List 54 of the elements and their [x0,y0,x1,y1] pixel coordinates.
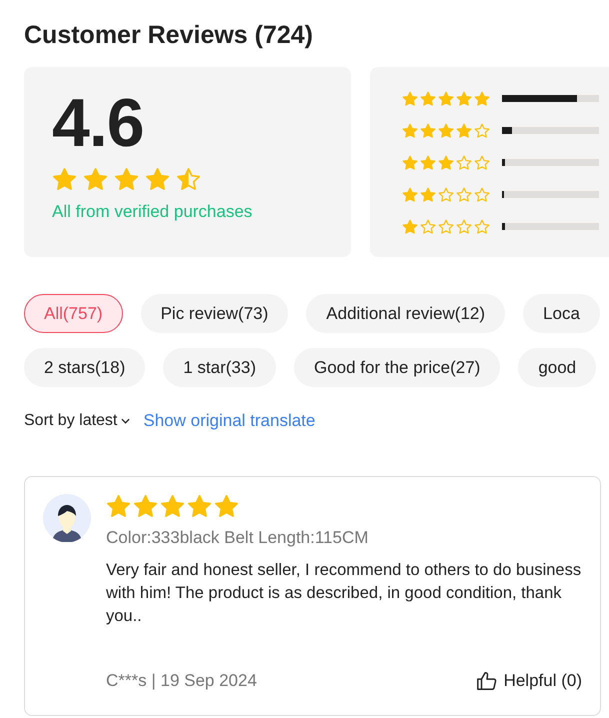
star-icon [420,186,436,202]
star-icon [145,167,170,192]
variant-text: Color:333black Belt Length:115CM [106,528,370,548]
star-icon [133,494,158,519]
filter-chip[interactable]: Loca [523,294,600,333]
average-score: 4.6 [52,89,145,157]
star-icon [474,122,490,138]
avatar-icon [43,494,91,542]
star-icon [83,167,108,192]
star-icon [160,494,185,519]
star-icon [438,218,454,234]
star-icon [456,218,472,234]
star-icon [214,494,239,519]
star-icon [420,122,436,138]
star-icon [456,186,472,202]
filter-chip[interactable]: Good for the price(27) [294,348,500,387]
star-icon [456,122,472,138]
star-icon [474,90,490,106]
filter-chip[interactable]: 2 stars(18) [24,348,146,387]
section-title: Customer Reviews (724) [24,20,314,50]
star-icon [187,494,212,519]
star-icon [456,154,472,170]
star-icon [438,90,454,106]
filter-chip[interactable]: good [518,348,596,387]
star-icon [420,90,436,106]
filter-chip[interactable]: Pic review(73) [140,294,288,333]
sort-dropdown[interactable]: Sort by latest [24,412,130,430]
star-icon [106,494,131,519]
star-icon [402,90,418,106]
thumbs-up-icon [476,670,498,692]
star-icon [402,154,418,170]
star-icon [402,218,418,234]
star-icon [402,122,418,138]
translate-link[interactable]: Show original translate [143,411,316,431]
verified-note: All from verified purchases [52,202,254,222]
star-icon [420,218,436,234]
star-icon [176,167,201,192]
star-icon [456,90,472,106]
star-icon [474,218,490,234]
star-icon [420,154,436,170]
filter-chip[interactable]: 1 star(33) [163,348,276,387]
star-icon [438,154,454,170]
star-icon [52,167,77,192]
filter-chip[interactable]: Additional review(12) [306,294,506,333]
helpful-button[interactable]: Helpful (0) [476,670,582,692]
star-icon [402,186,418,202]
review-text: Very fair and honest seller, I recommend to others to do business with him! The product is as described, in good condition, thank you.. [106,560,582,627]
star-icon [438,122,454,138]
star-icon [474,154,490,170]
star-icon [474,186,490,202]
caret-icon [121,418,130,424]
star-icon [114,167,139,192]
review-byline: C***s | 19 Sep 2024 [106,671,257,691]
star-icon [438,186,454,202]
